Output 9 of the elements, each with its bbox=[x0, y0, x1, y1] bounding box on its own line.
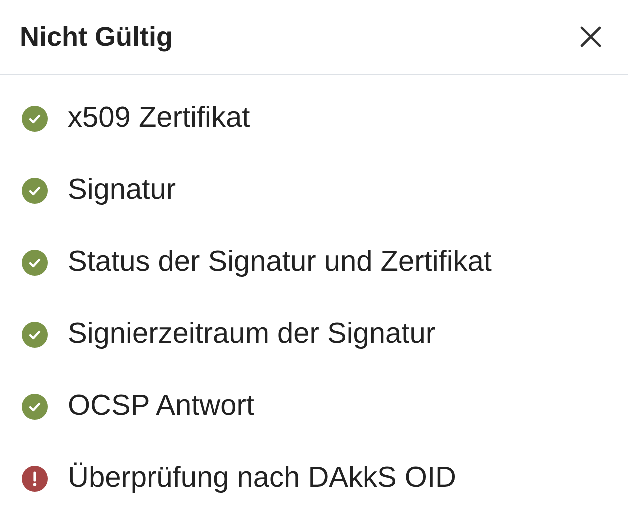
check-label: Signatur bbox=[68, 173, 176, 208]
check-label: OCSP Antwort bbox=[68, 389, 254, 424]
close-button[interactable] bbox=[578, 24, 604, 50]
check-label: Signierzeitraum der Signatur bbox=[68, 317, 436, 352]
dialog-title: Nicht Gültig bbox=[20, 20, 173, 54]
check-label: Status der Signatur und Zertifikat bbox=[68, 245, 492, 280]
check-label: x509 Zertifikat bbox=[68, 101, 250, 136]
close-icon bbox=[580, 26, 602, 48]
check-label: Überprüfung nach DAkkS OID bbox=[68, 461, 456, 496]
